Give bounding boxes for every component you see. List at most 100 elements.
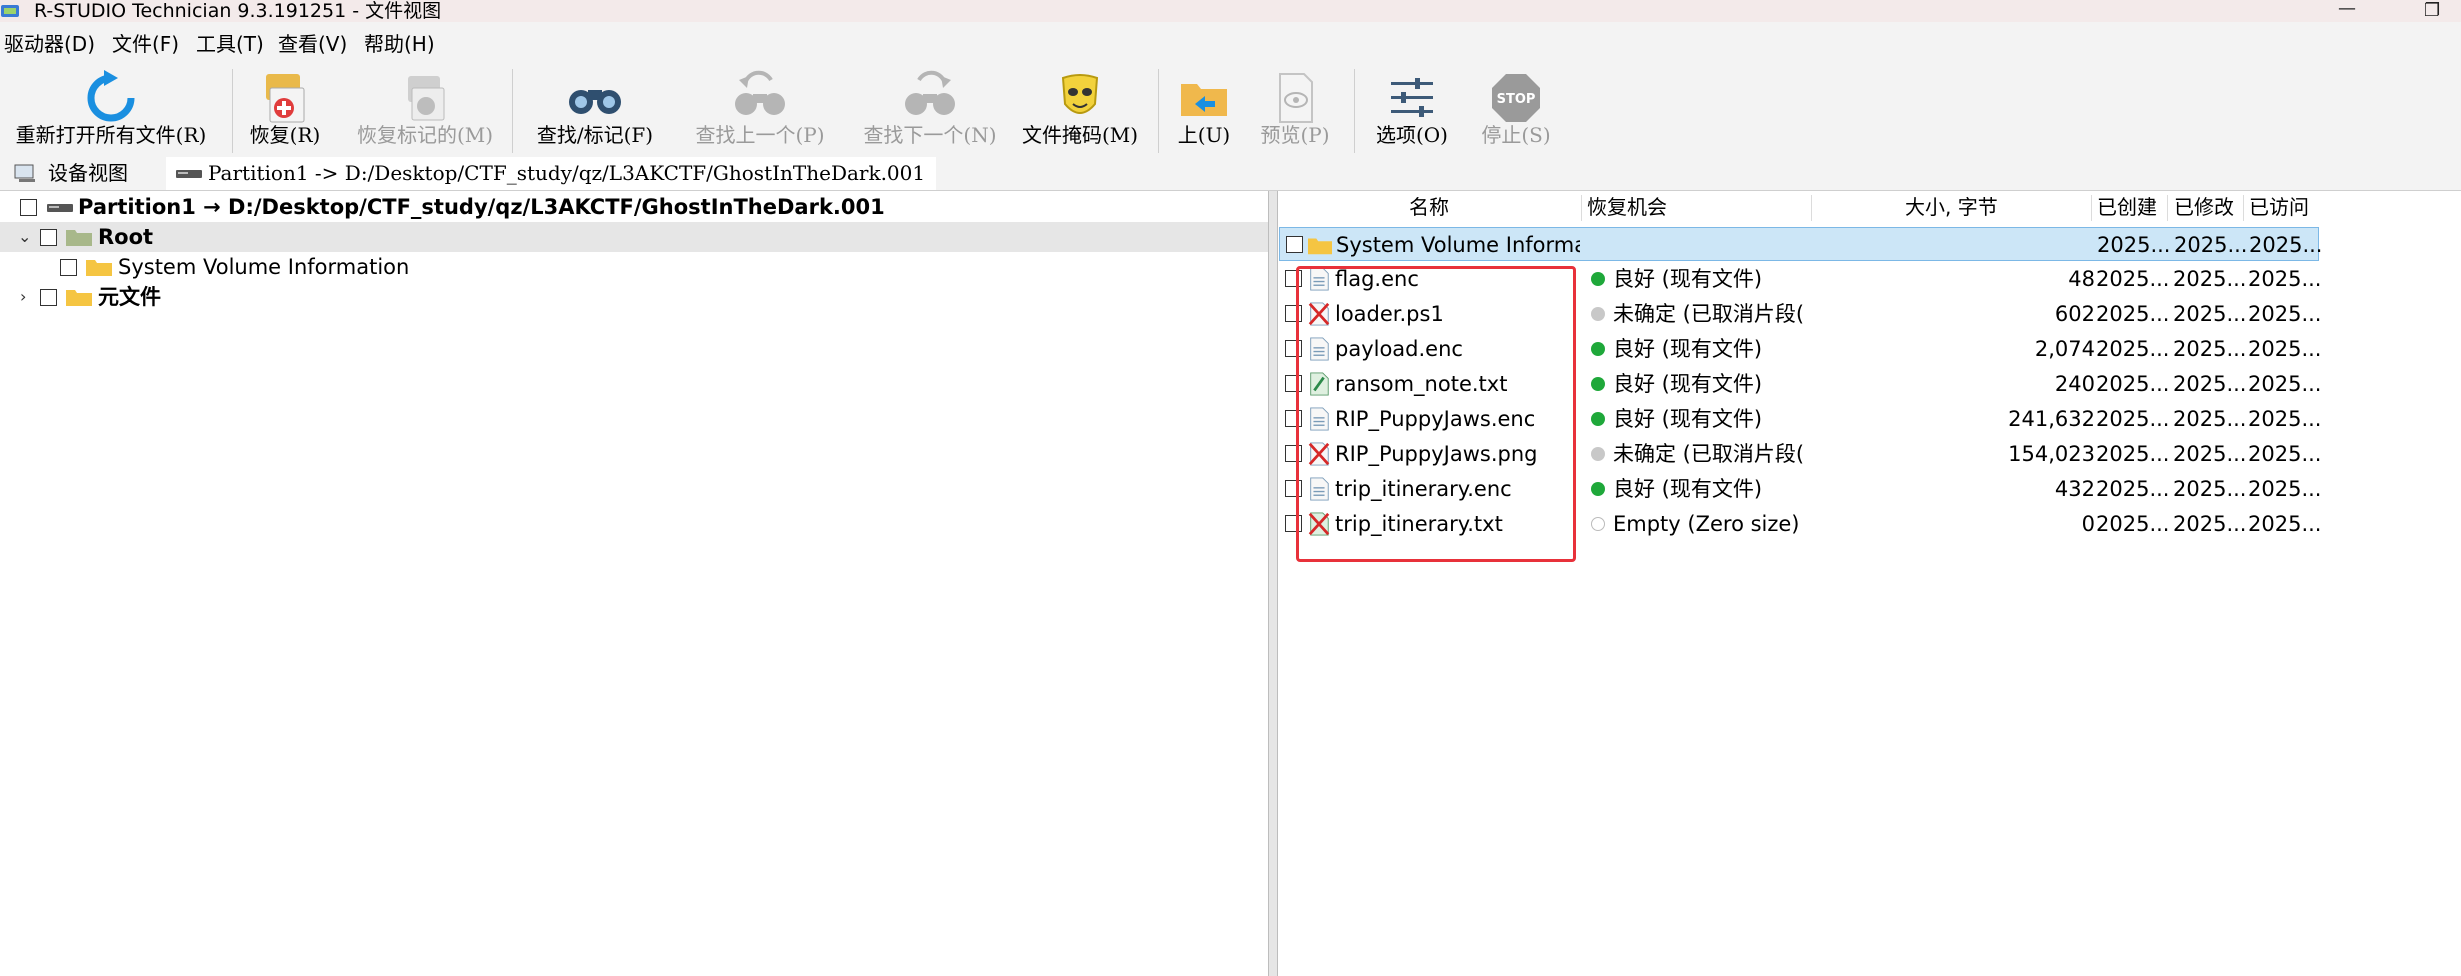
folder-icon (1308, 233, 1332, 257)
minimize-button[interactable]: — (2338, 0, 2356, 18)
expand-chevron-icon[interactable]: › (20, 282, 26, 312)
find-mark-label: 查找/标记(F) (536, 123, 654, 147)
column-divider[interactable] (1811, 195, 1812, 221)
recovery-chance: 良好 (现有文件) (1613, 267, 1763, 291)
view-tabs: 设备视图 Partition1 -> D:/Desktop/CTF_study/… (0, 157, 2461, 191)
column-header-accessed[interactable]: 已访问 (2249, 191, 2309, 223)
menu-tools[interactable]: 工具(T) (196, 32, 264, 56)
folder-icon (86, 260, 112, 276)
recover-button[interactable]: 恢复(R) (240, 65, 330, 157)
mask-icon (1061, 74, 1099, 114)
options-button[interactable]: 选项(O) (1362, 65, 1462, 157)
file-row[interactable]: System Volume Informa 2025... 2025... 2025.… (1279, 227, 2321, 261)
tree-item-svi[interactable]: System Volume Information (0, 252, 1268, 282)
file-name: System Volume Informa (1336, 233, 1580, 257)
svg-text:STOP: STOP (1497, 92, 1536, 107)
toolbar-separator (1158, 69, 1159, 153)
column-header-recovery-chance[interactable]: 恢复机会 (1587, 191, 1667, 223)
file-size: 0 (2081, 512, 2095, 536)
created-date: 2025... (2096, 372, 2168, 396)
created-date: 2025... (2096, 407, 2168, 431)
modified-date: 2025... (2174, 233, 2246, 257)
app-icon (1, 5, 19, 17)
find-prev-label: 查找上一个(P) (695, 123, 825, 147)
status-dot-icon (1591, 272, 1605, 286)
recover-marked-button[interactable]: 恢复标记的(M) (345, 65, 505, 157)
recovery-chance: 良好 (现有文件) (1613, 477, 1763, 501)
tree-checkbox[interactable] (20, 199, 37, 216)
sliders-icon (1391, 78, 1433, 117)
tree-checkbox[interactable] (60, 259, 77, 276)
tab-device-view[interactable]: 设备视图 (14, 157, 164, 190)
drive-icon (176, 170, 202, 178)
menu-file[interactable]: 文件(F) (112, 32, 179, 56)
stop-button[interactable]: STOP 停止(S) (1470, 65, 1562, 157)
recover-icon (266, 74, 305, 123)
tree-item-partition[interactable]: Partition1 → D:/Desktop/CTF_study/qz/L3A… (0, 192, 1268, 222)
up-button[interactable]: 上(U) (1168, 65, 1240, 157)
column-divider[interactable] (2243, 195, 2244, 221)
column-header-modified[interactable]: 已修改 (2174, 191, 2234, 223)
created-date: 2025... (2096, 512, 2168, 536)
restore-button[interactable]: ❐ (2424, 2, 2440, 20)
tab-file-view-label: Partition1 -> D:/Desktop/CTF_study/qz/L3… (208, 161, 926, 185)
preview-label: 预览(P) (1260, 123, 1330, 147)
window-title: R-STUDIO Technician 9.3.191251 - 文件视图 (34, 0, 442, 22)
recovery-chance: 良好 (现有文件) (1613, 407, 1763, 431)
toolbar-separator (1354, 69, 1355, 153)
reopen-label: 重新打开所有文件(R) (15, 123, 207, 147)
column-divider[interactable] (2167, 195, 2168, 221)
column-divider[interactable] (1581, 195, 1582, 221)
folder-tree: Partition1 → D:/Desktop/CTF_study/qz/L3A… (0, 191, 1268, 976)
file-checkbox[interactable] (1286, 236, 1303, 253)
created-date: 2025... (2096, 477, 2168, 501)
modified-date: 2025... (2173, 337, 2245, 361)
modified-date: 2025... (2173, 512, 2245, 536)
file-list: 名称 恢复机会 大小, 字节 已创建 已修改 已访问 System Volume… (1279, 191, 2461, 976)
file-size: 240 (2054, 372, 2095, 396)
file-mask-button[interactable]: 文件掩码(M) (1020, 65, 1140, 157)
drive-icon (47, 204, 73, 212)
find-mark-button[interactable]: 查找/标记(F) (520, 65, 670, 157)
created-date: 2025... (2096, 267, 2168, 291)
preview-button[interactable]: 预览(P) (1250, 65, 1340, 157)
tab-file-view[interactable]: Partition1 -> D:/Desktop/CTF_study/qz/L3… (166, 157, 936, 190)
column-header-created[interactable]: 已创建 (2097, 191, 2157, 223)
modified-date: 2025... (2173, 267, 2245, 291)
find-next-button[interactable]: 查找下一个(N) (850, 65, 1010, 157)
file-mask-label: 文件掩码(M) (1021, 123, 1139, 147)
modified-date: 2025... (2173, 302, 2245, 326)
tree-checkbox[interactable] (40, 229, 57, 246)
find-next-label: 查找下一个(N) (863, 123, 997, 147)
tree-checkbox[interactable] (40, 289, 57, 306)
file-size: 602 (2054, 302, 2095, 326)
menu-view[interactable]: 查看(V) (278, 32, 347, 56)
stop-label: 停止(S) (1481, 123, 1551, 147)
file-size: 432 (2054, 477, 2095, 501)
reopen-all-button[interactable]: 重新打开所有文件(R) (0, 65, 222, 157)
menu-help[interactable]: 帮助(H) (364, 32, 435, 56)
status-dot-icon (1591, 342, 1605, 356)
column-header-size[interactable]: 大小, 字节 (1905, 191, 1998, 223)
column-header-name[interactable]: 名称 (1409, 191, 1449, 223)
title-bar: R-STUDIO Technician 9.3.191251 - 文件视图 — … (0, 0, 2461, 22)
status-dot-icon (1591, 482, 1605, 496)
tree-label-svi: System Volume Information (118, 255, 410, 279)
find-prev-button[interactable]: 查找上一个(P) (680, 65, 840, 157)
menu-drives[interactable]: 驱动器(D) (4, 32, 95, 56)
tree-label-partition: Partition1 → D:/Desktop/CTF_study/qz/L3A… (78, 195, 885, 219)
tree-item-root[interactable]: ⌄ Root (0, 222, 1268, 252)
collapse-chevron-icon[interactable]: ⌄ (18, 222, 31, 252)
column-divider[interactable] (2091, 195, 2092, 221)
tree-item-metafiles[interactable]: › 元文件 (0, 282, 1268, 312)
created-date: 2025... (2096, 442, 2168, 466)
accessed-date: 2025... (2249, 233, 2321, 257)
modified-date: 2025... (2173, 407, 2245, 431)
pane-splitter[interactable] (1268, 191, 1278, 976)
recover-marked-icon (408, 76, 445, 121)
file-size: 154,023 (2008, 442, 2095, 466)
file-size: 2,074 (2034, 337, 2095, 361)
modified-date: 2025... (2173, 372, 2245, 396)
recovery-chance: 未确定 (已取消片段( (1613, 442, 1805, 466)
recover-marked-label: 恢复标记的(M) (356, 123, 494, 147)
